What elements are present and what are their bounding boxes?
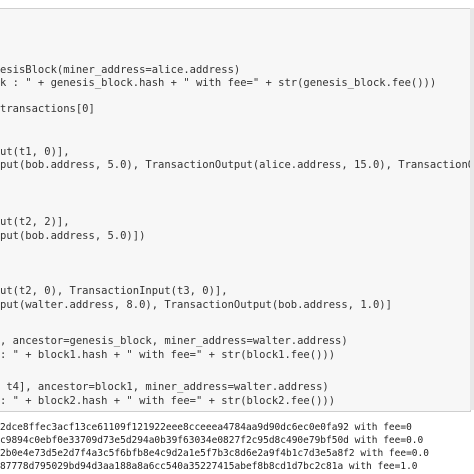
notebook-screen: esisBlock(miner_address=alice.address) k…: [0, 0, 474, 474]
notebook-top-strip: [0, 0, 474, 8]
code-line-4: transactions[0]: [0, 103, 95, 115]
output-line-4: 87778d795029bd94d3aa188a8a6cc540a3522741…: [0, 461, 418, 472]
code-line-23: t4], ancestor=block1, miner_address=walt…: [0, 381, 329, 393]
code-line-8: put(bob.address, 5.0), TransactionOutput…: [0, 159, 470, 171]
cell-output: 2dce8ffec3acf13ce61109f121922eee8cceeea4…: [0, 414, 474, 474]
output-line-3: 2b0e4e73d5e2d7f4a3c5f6bfb8e4c9d2a1e5f7b3…: [0, 448, 429, 459]
output-line-2: c9894c0ebf0e33709d73e5d294a0b39f63034e08…: [0, 435, 424, 446]
code-line-24: : " + block2.hash + " with fee=" + str(b…: [0, 395, 336, 407]
code-line-17: ut(t2, 0), TransactionInput(t3, 0)],: [0, 285, 228, 297]
output-line-1: 2dce8ffec3acf13ce61109f121922eee8cceeea4…: [0, 422, 412, 433]
code-cell[interactable]: esisBlock(miner_address=alice.address) k…: [0, 8, 471, 412]
code-line-20: , ancestor=genesis_block, miner_address=…: [0, 335, 348, 347]
code-line-21: : " + block1.hash + " with fee=" + str(b…: [0, 349, 336, 361]
code-line-18: put(walter.address, 8.0), TransactionOut…: [0, 299, 392, 311]
code-line-13: put(bob.address, 5.0)]): [0, 230, 146, 242]
code-line-12: ut(t2, 2)],: [0, 216, 70, 228]
code-line-7: ut(t1, 0)],: [0, 146, 70, 158]
code-line-1: esisBlock(miner_address=alice.address): [0, 64, 241, 76]
code-line-2: k : " + genesis_block.hash + " with fee=…: [0, 77, 437, 89]
vertical-scrollbar[interactable]: [470, 8, 474, 410]
